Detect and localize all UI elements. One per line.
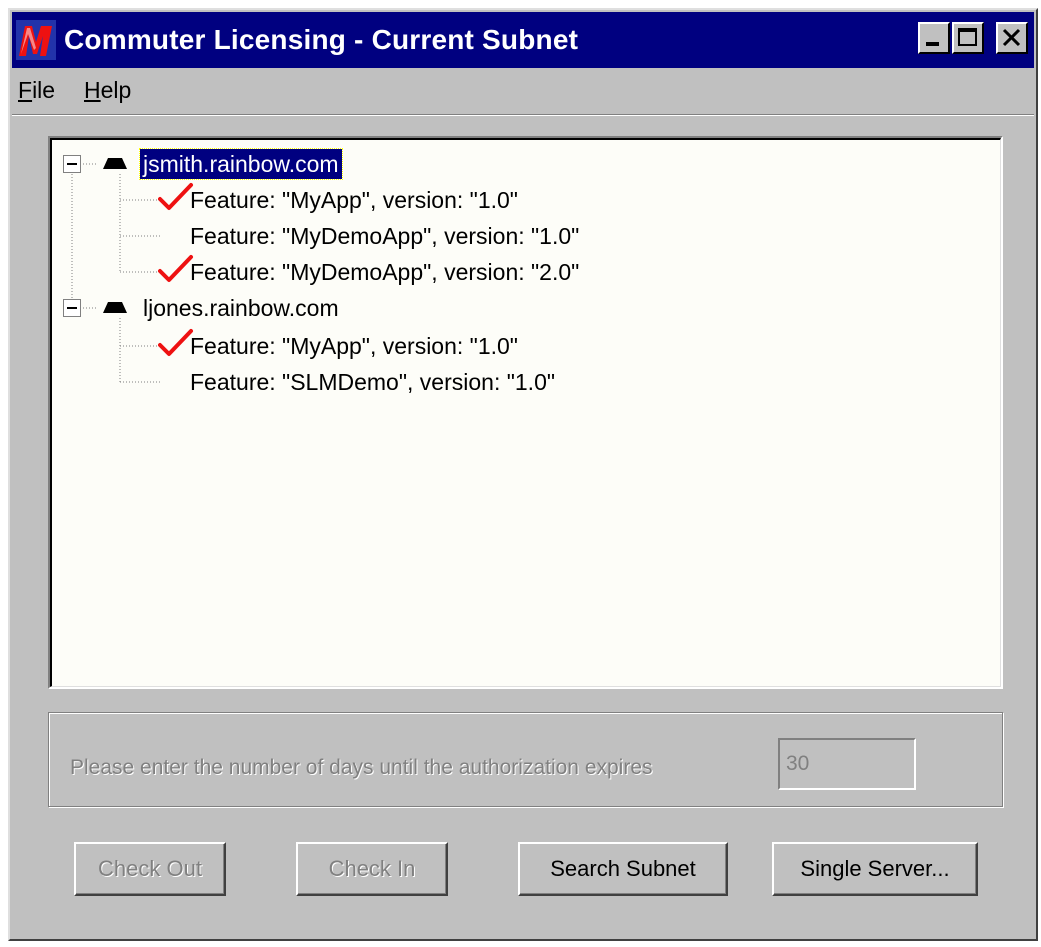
window-title: Commuter Licensing - Current Subnet [64, 24, 579, 55]
check-in-button[interactable]: Check In [296, 842, 448, 896]
minimize-button[interactable] [918, 22, 950, 54]
tree-node-feature[interactable]: Feature: "MyDemoApp", version: "1.0" [190, 221, 579, 251]
tree-node-feature[interactable]: Feature: "MyDemoApp", version: "2.0" [190, 257, 579, 287]
server-icon [103, 302, 127, 313]
expiry-prompt-label: Please enter the number of days until th… [70, 756, 653, 779]
close-button[interactable] [996, 22, 1028, 54]
tree-node-feature[interactable]: Feature: "MyApp", version: "1.0" [190, 185, 518, 215]
menu-help[interactable]: Help [84, 76, 131, 104]
app-logo-icon [16, 20, 56, 60]
tree-node-server-2[interactable]: ljones.rainbow.com [143, 293, 339, 323]
maximize-icon [958, 28, 977, 46]
check-mark-icon [158, 183, 193, 210]
tree-node-feature[interactable]: Feature: "SLMDemo", version: "1.0" [190, 367, 555, 397]
menu-file[interactable]: File [18, 76, 55, 104]
tree-node-server-1[interactable]: jsmith.rainbow.com [139, 148, 343, 180]
server-feature-tree[interactable]: jsmith.rainbow.com Feature: "MyApp", ver… [48, 136, 1003, 689]
menu-separator [12, 114, 1034, 116]
check-mark-icon [158, 255, 193, 282]
commuter-licensing-window: Commuter Licensing - Current Subnet File… [8, 8, 1038, 941]
collapse-toggle-server-1[interactable] [63, 155, 81, 173]
search-subnet-button[interactable]: Search Subnet [518, 842, 728, 896]
server-icon [103, 158, 127, 169]
check-out-button[interactable]: Check Out [74, 842, 226, 896]
check-mark-icon [158, 329, 193, 356]
menu-bar: File Help [12, 70, 1034, 110]
single-server-button[interactable]: Single Server... [772, 842, 978, 896]
expiry-days-input[interactable] [778, 738, 916, 790]
close-icon [1002, 28, 1021, 47]
minimize-icon [926, 42, 939, 46]
tree-node-feature[interactable]: Feature: "MyApp", version: "1.0" [190, 331, 518, 361]
maximize-button[interactable] [952, 22, 984, 54]
collapse-toggle-server-2[interactable] [63, 299, 81, 317]
title-bar[interactable]: Commuter Licensing - Current Subnet [12, 12, 1034, 68]
